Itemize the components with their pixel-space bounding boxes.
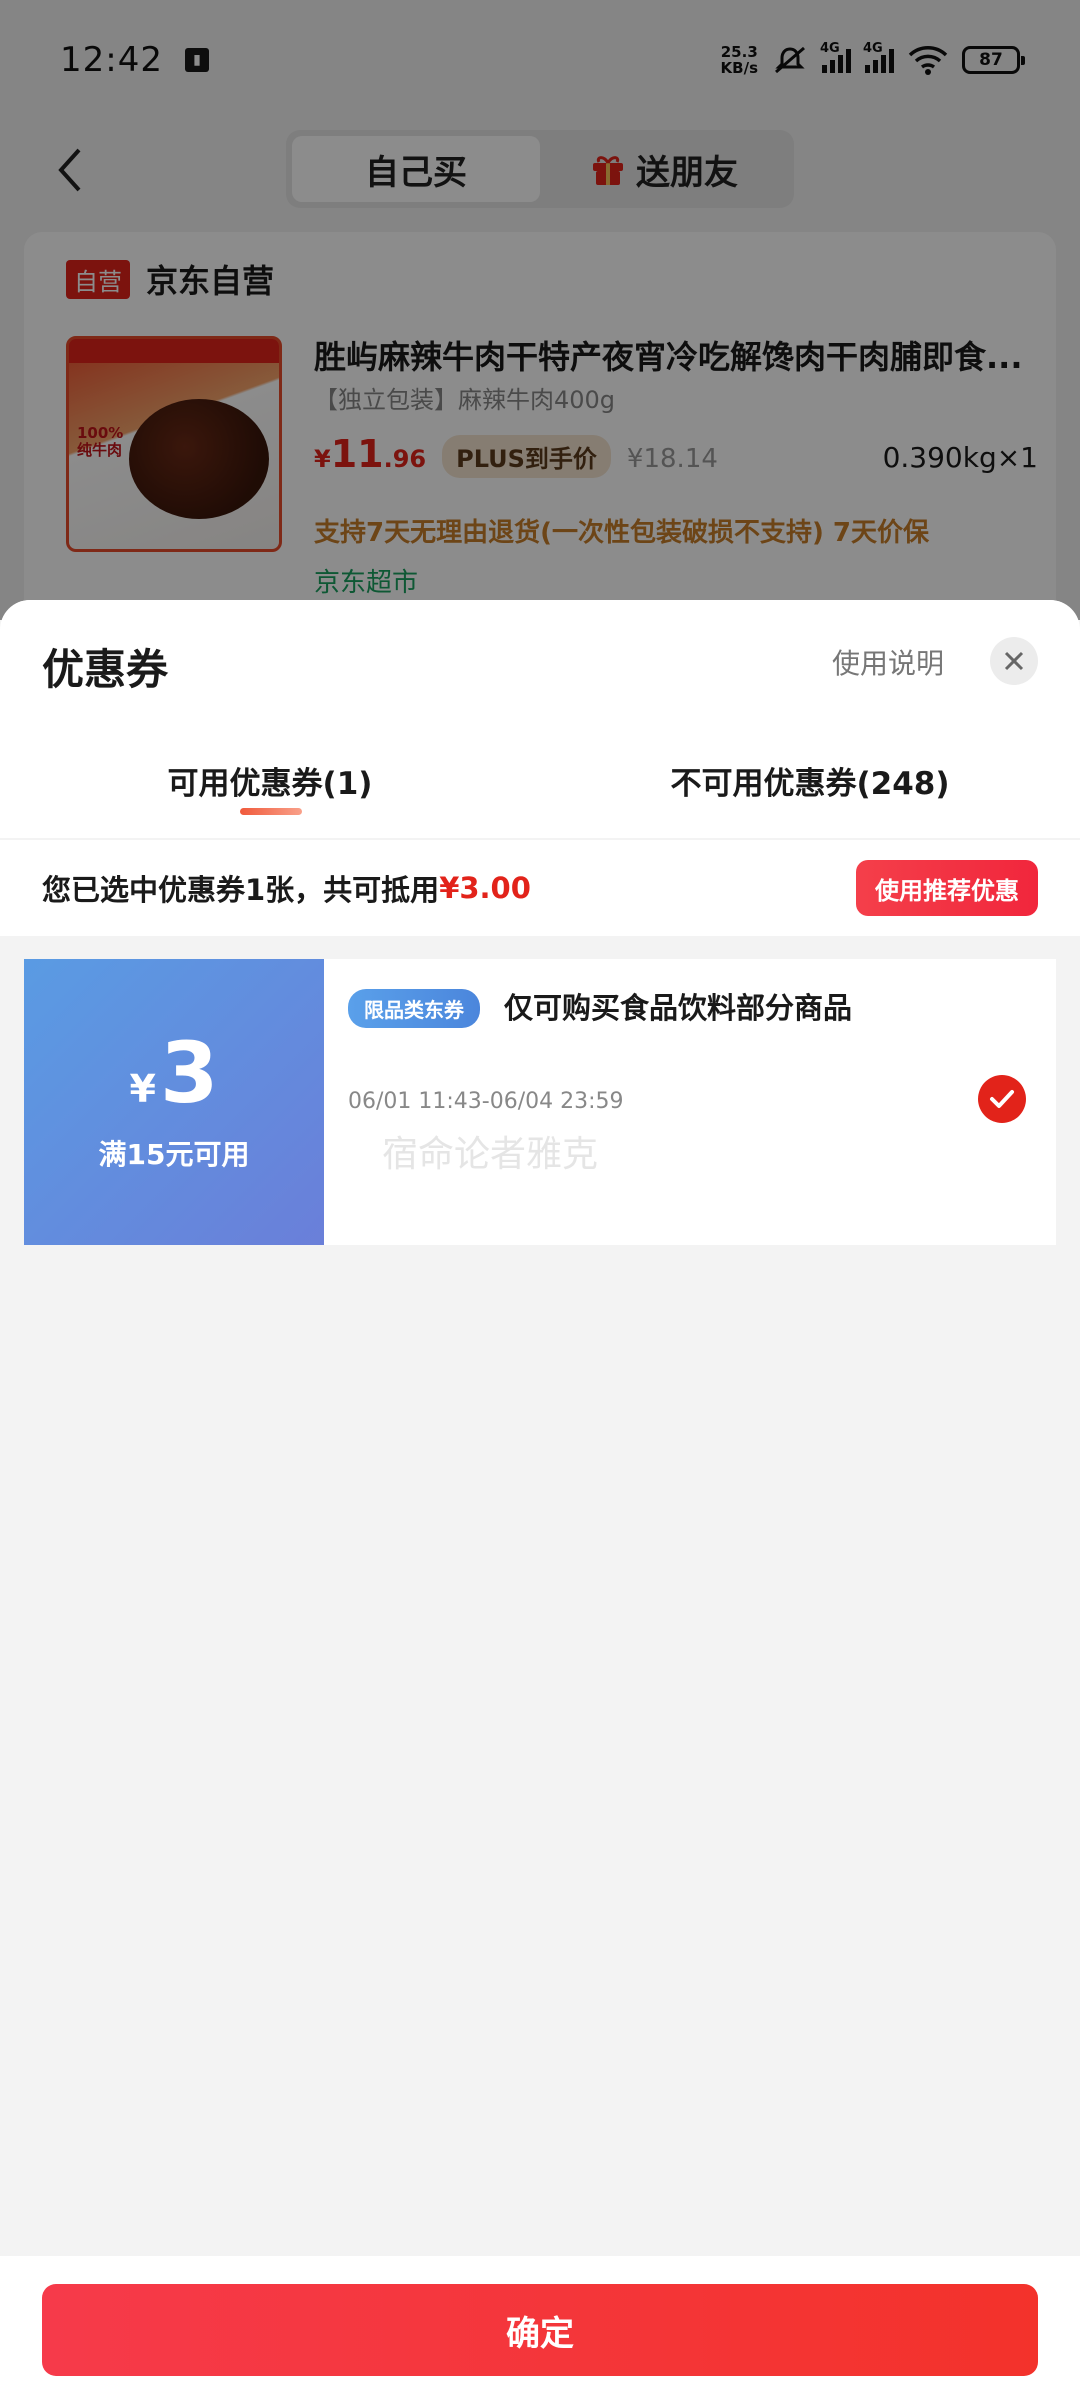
coupon-currency: ¥ — [129, 1067, 156, 1111]
coupon-condition: 满15元可用 — [98, 1138, 250, 1171]
tab-unavailable-coupons[interactable]: 不可用优惠券(248) — [540, 740, 1080, 838]
coupon-sheet-header: 优惠券 使用说明 可用优惠券(1) 不可用优惠券(248) — [0, 600, 1080, 838]
confirm-button[interactable]: 确定 — [42, 2284, 1038, 2376]
coupon-validity: 06/01 11:43-06/04 23:59 — [348, 1089, 624, 1114]
modal-overlay[interactable] — [0, 0, 1080, 620]
selected-discount-amount: ¥3.00 — [439, 871, 531, 905]
coupon-sheet-title: 优惠券 — [42, 645, 169, 694]
coupon-description: 仅可购买食品饮料部分商品 — [504, 991, 853, 1025]
coupon-category-tag: 限品类东券 — [348, 989, 480, 1028]
coupon-value: ¥ 3 — [130, 1031, 219, 1115]
active-tab-indicator — [240, 808, 302, 815]
check-icon — [990, 1090, 1014, 1108]
selected-summary-bar: 您已选中优惠券1张，共可抵用 ¥3.00 使用推荐优惠 — [0, 840, 1080, 936]
sheet-footer: 确定 — [0, 2256, 1080, 2400]
use-recommended-button[interactable]: 使用推荐优惠 — [856, 860, 1038, 916]
selected-summary-text: 您已选中优惠券1张，共可抵用 — [42, 873, 440, 907]
coupon-value-panel: ¥ 3 满15元可用 — [18, 959, 324, 1245]
usage-instructions-link[interactable]: 使用说明 — [832, 642, 944, 682]
tab-available-coupons[interactable]: 可用优惠券(1) — [0, 740, 540, 838]
close-button[interactable] — [990, 637, 1038, 685]
close-icon — [1004, 651, 1024, 671]
coupon-tabs: 可用优惠券(1) 不可用优惠券(248) — [0, 740, 1080, 838]
coupon-selected-checkbox[interactable] — [978, 1075, 1026, 1123]
tab-unavailable-coupons-label: 不可用优惠券(248) — [670, 766, 950, 802]
coupon-amount: 3 — [160, 1024, 219, 1122]
watermark-text: 宿命论者雅克 — [382, 1134, 599, 1175]
coupon-card[interactable]: ¥ 3 满15元可用 限品类东券 仅可购买食品饮料部分商品 06/01 11:4… — [18, 959, 1056, 1245]
coupon-details: 限品类东券 仅可购买食品饮料部分商品 06/01 11:43-06/04 23:… — [324, 959, 1056, 1245]
coupon-sheet: 优惠券 使用说明 可用优惠券(1) 不可用优惠券(248) 您已选中优惠券1张，… — [0, 600, 1080, 2400]
tab-available-coupons-label: 可用优惠券(1) — [167, 766, 373, 802]
